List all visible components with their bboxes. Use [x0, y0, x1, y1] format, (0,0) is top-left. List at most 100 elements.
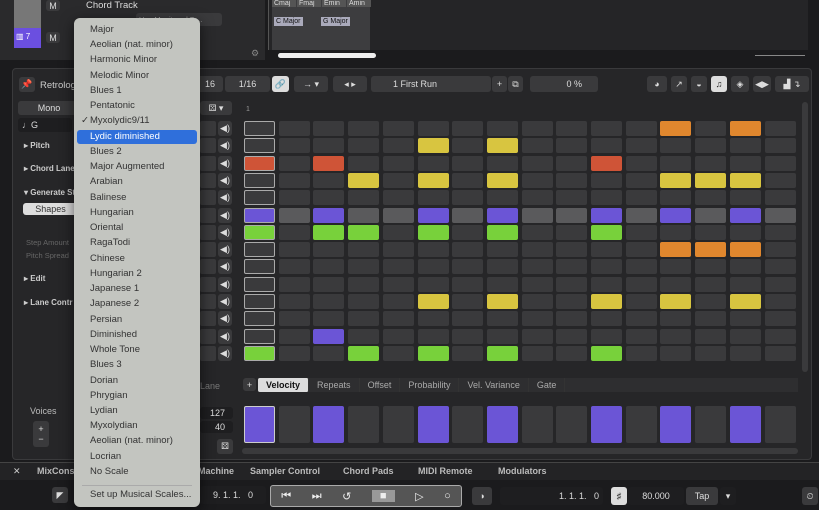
menu-item[interactable]: Chinese — [77, 252, 197, 266]
lane-slider[interactable] — [200, 172, 216, 188]
step-cell[interactable] — [244, 276, 275, 292]
step-cell[interactable] — [382, 172, 414, 188]
velocity-bar[interactable] — [625, 406, 657, 443]
position-display[interactable]: 9. 1. 1. 0 — [200, 486, 266, 504]
tab-machine[interactable]: Machine — [198, 466, 234, 476]
step-cell[interactable] — [591, 345, 622, 361]
velocity-bar[interactable] — [556, 406, 588, 443]
dice-icon[interactable]: ⚄ — [217, 439, 233, 454]
step-cell[interactable] — [625, 328, 657, 344]
step-cell[interactable] — [556, 207, 588, 223]
step-cell[interactable] — [313, 276, 345, 292]
menu-item[interactable]: Japanese 2 — [77, 297, 197, 311]
step-cell[interactable] — [313, 138, 345, 154]
step-cell[interactable] — [521, 328, 553, 344]
step-cell[interactable] — [764, 311, 796, 327]
step-cell[interactable] — [313, 155, 345, 171]
step-cell[interactable] — [278, 276, 310, 292]
step-cell[interactable] — [382, 207, 414, 223]
quantize-select[interactable]: 1/16 — [225, 76, 270, 92]
step-cell[interactable] — [452, 224, 484, 240]
step-cell[interactable] — [417, 121, 449, 136]
metronome-icon[interactable]: ⏲ — [802, 487, 818, 505]
step-cell[interactable] — [695, 207, 727, 223]
step-cell[interactable] — [591, 294, 622, 309]
lane-mute-speaker-icon[interactable]: ◀) — [218, 207, 232, 223]
step-cell[interactable] — [313, 259, 345, 275]
step-cell[interactable] — [348, 242, 380, 258]
step-cell[interactable] — [486, 311, 518, 327]
step-cell[interactable] — [278, 311, 310, 327]
drum-icon[interactable]: ◒ — [691, 76, 707, 92]
velocity-bar[interactable] — [764, 406, 796, 443]
step-cell[interactable] — [452, 294, 484, 309]
step-cell[interactable] — [348, 294, 380, 309]
section-header[interactable]: ▸ Lane Contr — [24, 298, 72, 307]
lane-slider[interactable] — [200, 224, 216, 240]
pattern-select[interactable]: 1 First Run — [371, 76, 491, 92]
step-cell[interactable] — [521, 138, 553, 154]
step-cell[interactable] — [278, 138, 310, 154]
step-cell[interactable] — [521, 276, 553, 292]
menu-item[interactable]: RagaTodi — [77, 236, 197, 250]
step-cell[interactable] — [313, 190, 345, 206]
step-cell[interactable] — [244, 207, 275, 223]
step-cell[interactable] — [764, 190, 796, 206]
step-cell[interactable] — [660, 294, 692, 309]
step-cell[interactable] — [625, 138, 657, 154]
step-cell[interactable] — [278, 190, 310, 206]
menu-item[interactable]: Locrian — [77, 450, 197, 464]
step-cell[interactable] — [348, 207, 380, 223]
tab-sampler-control[interactable]: Sampler Control — [250, 466, 320, 476]
step-cell[interactable] — [556, 155, 588, 171]
mode-button[interactable]: Mono — [18, 101, 80, 115]
tap-dropdown[interactable]: ▾ — [720, 487, 736, 505]
menu-item-setup-scales[interactable]: Set up Musical Scales... — [77, 488, 197, 502]
step-cell[interactable] — [278, 121, 310, 136]
step-cell[interactable] — [348, 155, 380, 171]
step-cell[interactable] — [764, 172, 796, 188]
audition-icon[interactable]: ◀▶ — [753, 76, 771, 92]
step-cell[interactable] — [452, 345, 484, 361]
lane-mute-speaker-icon[interactable]: ◀) — [218, 121, 232, 136]
step-cell[interactable] — [452, 121, 484, 136]
step-cell[interactable] — [729, 224, 761, 240]
tap-button[interactable]: Tap — [686, 487, 718, 505]
lane-tab-gate[interactable]: Gate — [529, 378, 566, 392]
step-cell[interactable] — [452, 207, 484, 223]
step-cell[interactable] — [417, 172, 449, 188]
menu-item[interactable]: Harmonic Minor — [77, 53, 197, 67]
step-cell[interactable] — [591, 207, 622, 223]
step-cell[interactable] — [764, 259, 796, 275]
menu-item[interactable]: No Scale — [77, 465, 197, 479]
copy-pattern-button[interactable]: ⧉ — [508, 76, 523, 92]
step-cell[interactable] — [625, 259, 657, 275]
step-cell[interactable] — [244, 224, 275, 240]
step-cell[interactable] — [729, 311, 761, 327]
step-cell[interactable] — [521, 345, 553, 361]
velocity-bar[interactable] — [486, 406, 518, 443]
step-cell[interactable] — [382, 345, 414, 361]
lane-mute-speaker-icon[interactable]: ◀) — [218, 294, 232, 309]
step-cell[interactable] — [556, 294, 588, 309]
mute-button-2[interactable]: M — [46, 32, 60, 43]
link-icon[interactable]: 🔗 — [272, 76, 289, 92]
step-cell[interactable] — [625, 155, 657, 171]
lane-slider[interactable] — [200, 155, 216, 171]
step-cell[interactable] — [556, 328, 588, 344]
step-cell[interactable] — [591, 259, 622, 275]
menu-item[interactable]: Major — [77, 23, 197, 37]
velocity-scrollbar[interactable] — [242, 448, 798, 454]
voices-stepper[interactable]: + − — [33, 421, 49, 447]
zoom-slider[interactable] — [755, 55, 805, 56]
step-cell[interactable] — [556, 190, 588, 206]
shapes-button[interactable]: Shapes — [23, 203, 78, 215]
add-pattern-button[interactable]: + — [492, 76, 507, 92]
step-cell[interactable] — [729, 345, 761, 361]
step-cell[interactable] — [729, 138, 761, 154]
step-cell[interactable] — [591, 155, 622, 171]
swing-field[interactable]: 0 % — [530, 76, 598, 92]
step-cell[interactable] — [764, 276, 796, 292]
cycle-icon[interactable]: ↺ — [342, 490, 351, 503]
step-cell[interactable] — [486, 328, 518, 344]
